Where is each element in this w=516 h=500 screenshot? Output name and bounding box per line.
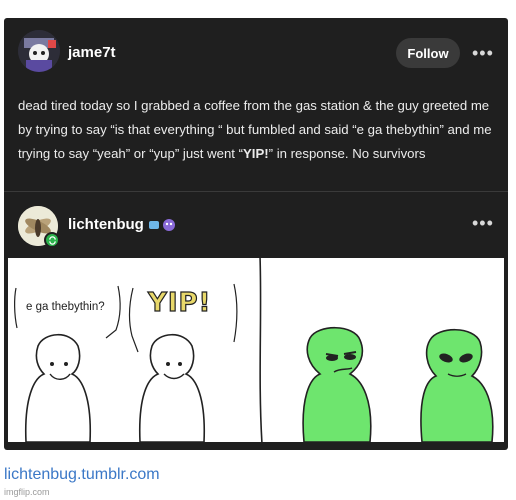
post1-username[interactable]: jame7t [68,44,116,61]
more-icon[interactable]: ••• [472,44,494,62]
follow-button[interactable]: Follow [396,38,460,68]
post-card: jame7t Follow ••• dead tired today so I … [4,18,508,450]
watermark: imgflip.com [4,487,50,497]
ghost-badge-icon [148,218,178,232]
speech-bubble-1: e ga thebythin? [26,301,105,313]
comic-image: e ga thebythin? YIP! [8,258,504,442]
post-text: dead tired today so I grabbed a coffee f… [18,94,498,166]
post-text-bold: YIP! [243,146,269,161]
avatar-jame7t[interactable] [18,30,60,72]
reblog-icon [44,232,60,248]
speech-bubble-2: YIP! [147,287,212,318]
more-icon[interactable]: ••• [472,214,494,232]
source-link[interactable]: lichtenbug.tumblr.com [4,466,160,484]
post2-username[interactable]: lichtenbug [68,216,144,233]
post-text-part: ” in response. No survivors [268,146,426,161]
divider [4,191,508,192]
